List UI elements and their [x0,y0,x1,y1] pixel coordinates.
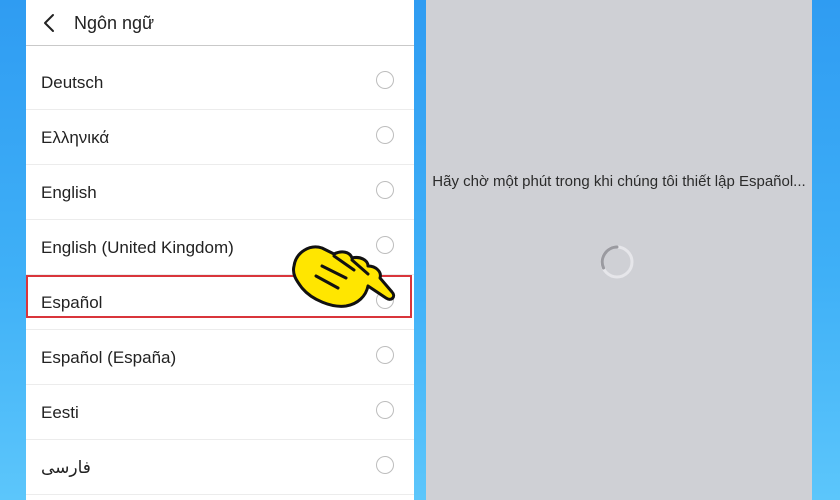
header-bar: Ngôn ngữ [26,0,414,46]
language-option[interactable]: Eesti [26,385,414,440]
radio-button[interactable] [376,126,394,144]
language-label: English (United Kingdom) [41,238,234,257]
radio-button[interactable] [376,456,394,474]
radio-button[interactable] [376,181,394,199]
setup-screen: Hãy chờ một phút trong khi chúng tôi thi… [426,0,812,500]
radio-button[interactable] [376,401,394,419]
language-option[interactable]: فارسی [26,440,414,495]
language-settings-panel: Ngôn ngữ Deutsch Ελληνικά English Englis… [26,0,414,500]
language-option[interactable]: English [26,165,414,220]
language-option[interactable]: Deutsch [26,55,414,110]
radio-button[interactable] [376,71,394,89]
language-label: English [41,183,97,202]
language-label: Ελληνικά [41,128,110,147]
pointing-hand-icon [292,245,396,308]
language-option[interactable]: Ελληνικά [26,110,414,165]
language-label: Español (España) [41,348,177,367]
language-option[interactable]: Español (España) [26,330,414,385]
language-label: Español [41,293,103,312]
language-label: فارسی [41,458,91,477]
chevron-left-icon[interactable] [40,12,60,34]
language-label: Deutsch [41,73,104,92]
language-label: Eesti [41,403,79,422]
page-title: Ngôn ngữ [74,13,155,33]
setup-message: Hãy chờ một phút trong khi chúng tôi thi… [432,173,806,190]
loading-spinner-icon [600,245,634,279]
radio-button[interactable] [376,346,394,364]
